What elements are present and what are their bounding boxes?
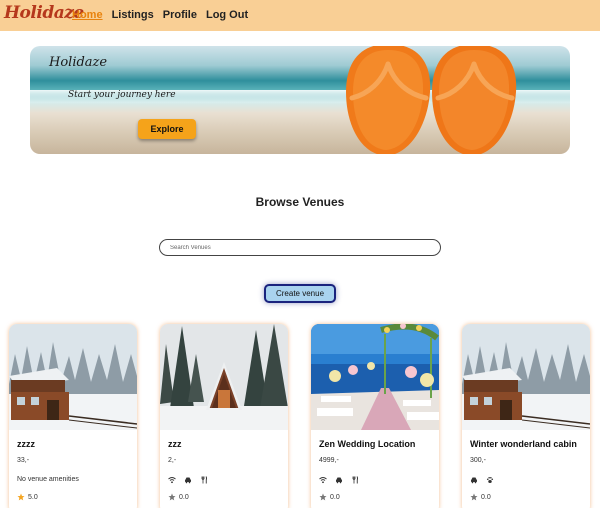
car-icon — [335, 476, 343, 484]
venue-image-beach-wedding — [311, 324, 439, 430]
star-icon — [470, 493, 478, 501]
star-icon — [168, 493, 176, 501]
hero-tagline: Start your journey here — [68, 90, 176, 100]
venue-price: 33,- — [17, 457, 30, 464]
search-venues-input[interactable] — [159, 239, 441, 256]
venue-amenities — [470, 476, 494, 484]
venue-amenities — [168, 476, 208, 484]
venue-card[interactable]: Zen Wedding Location 4999,- 0.0 — [311, 324, 439, 508]
venue-price: 300,- — [470, 457, 486, 464]
wifi-icon — [168, 476, 176, 484]
venue-amenities — [319, 476, 359, 484]
top-navbar: Holidaze Home Listings Profile Log Out — [0, 0, 600, 31]
create-venue-button[interactable]: Create venue — [264, 284, 336, 303]
venue-rating: 0.0 — [319, 493, 340, 501]
venue-rating: 0.0 — [168, 493, 189, 501]
cutlery-icon — [200, 476, 208, 484]
venue-image-a-frame-cabin — [160, 324, 288, 430]
nav-profile-link[interactable]: Profile — [163, 9, 197, 21]
venue-price: 2,- — [168, 457, 177, 464]
rating-value: 5.0 — [28, 493, 38, 501]
nav-logout-link[interactable]: Log Out — [206, 9, 248, 21]
venue-name: Zen Wedding Location — [319, 439, 416, 449]
flip-flop-image — [346, 46, 431, 154]
venue-rating: 0.0 — [470, 493, 491, 501]
nav-listings-link[interactable]: Listings — [112, 9, 154, 21]
rating-value: 0.0 — [481, 493, 491, 501]
paw-icon — [486, 476, 494, 484]
hero-title: Holidaze — [49, 55, 108, 70]
venue-price: 4999,- — [319, 457, 339, 464]
star-icon — [319, 493, 327, 501]
nav-home-link[interactable]: Home — [72, 9, 103, 21]
cutlery-icon — [351, 476, 359, 484]
venue-rating: 5.0 — [17, 493, 38, 501]
hero-banner: Holidaze Start your journey here Explore — [30, 46, 570, 154]
browse-venues-heading: Browse Venues — [255, 195, 345, 209]
venue-image-snowy-house — [9, 324, 137, 430]
wifi-icon — [319, 476, 327, 484]
star-icon — [17, 493, 25, 501]
venue-card[interactable]: Winter wonderland cabin 300,- 0.0 — [462, 324, 590, 508]
rating-value: 0.0 — [330, 493, 340, 501]
main-nav: Home Listings Profile Log Out — [72, 9, 248, 21]
rating-value: 0.0 — [179, 493, 189, 501]
no-amenities-text: No venue amenities — [17, 476, 79, 483]
car-icon — [184, 476, 192, 484]
explore-button[interactable]: Explore — [138, 119, 196, 139]
flip-flop-image — [432, 46, 517, 154]
venue-card[interactable]: zzzz 33,- No venue amenities 5.0 — [9, 324, 137, 508]
venue-name: Winter wonderland cabin — [470, 439, 577, 449]
venue-name: zzzz — [17, 439, 35, 449]
venue-card[interactable]: zzz 2,- 0.0 — [160, 324, 288, 508]
venue-amenities: No venue amenities — [17, 476, 79, 483]
venue-name: zzz — [168, 439, 182, 449]
car-icon — [470, 476, 478, 484]
venue-image-snowy-house — [462, 324, 590, 430]
